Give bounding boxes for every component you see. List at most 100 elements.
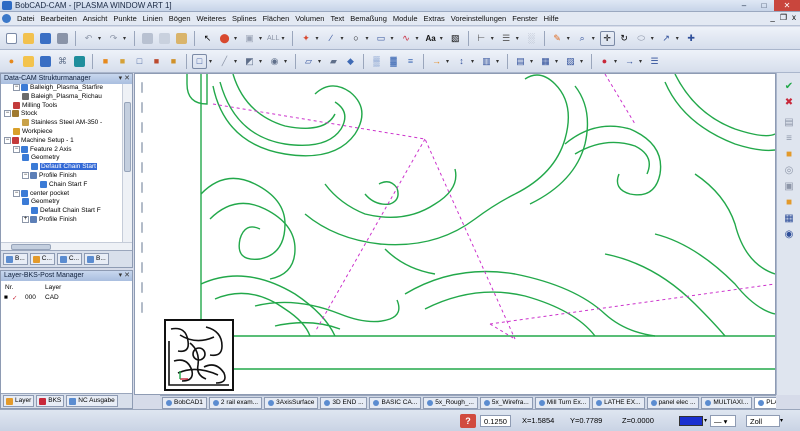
- eye-dropdown-icon[interactable]: ▾: [284, 58, 290, 65]
- snap-grid-icon[interactable]: ▓: [386, 54, 401, 69]
- tree-item[interactable]: Stainless Steel AM-350 -: [1, 119, 122, 128]
- tree-item[interactable]: − Machine Setup - 1: [1, 136, 122, 146]
- cam-tree-header-buttons[interactable]: ▾ ✕: [119, 74, 130, 84]
- menu-voreinstellungen[interactable]: Voreinstellungen: [448, 14, 509, 23]
- units-dropdown-icon[interactable]: ▾: [780, 415, 790, 427]
- filter-icon[interactable]: ▣: [242, 31, 257, 46]
- plane-icon[interactable]: ▱: [301, 54, 316, 69]
- offset-line-icon[interactable]: [141, 202, 154, 216]
- minimize-button[interactable]: –: [734, 0, 754, 11]
- help-button[interactable]: ?: [460, 414, 476, 428]
- axis-y-dropdown-icon[interactable]: ▾: [471, 58, 477, 65]
- menu-module[interactable]: Module: [390, 14, 421, 23]
- rotate-view-icon[interactable]: ↻: [617, 31, 632, 46]
- close-button[interactable]: ✕: [774, 0, 800, 11]
- expand-toolbar-icon[interactable]: ✚: [684, 31, 699, 46]
- tree-toggle-icon[interactable]: +: [22, 215, 29, 223]
- doc-tab-active[interactable]: PLASMA ...: [754, 397, 776, 409]
- vscroll-thumb[interactable]: [124, 102, 131, 172]
- cube-hidden-icon[interactable]: ■: [149, 54, 164, 69]
- select-all-dropdown-icon[interactable]: ▾: [281, 35, 287, 42]
- point-dropdown-icon[interactable]: ▾: [315, 35, 321, 42]
- array-icon[interactable]: [141, 222, 154, 236]
- layer-panel-header-buttons[interactable]: ▾ ✕: [119, 271, 130, 281]
- plane-dropdown-icon[interactable]: ▾: [318, 58, 324, 65]
- shade-dropdown-icon[interactable]: ▾: [259, 58, 265, 65]
- axis-y-icon[interactable]: ↕: [454, 54, 469, 69]
- mirror-icon[interactable]: [141, 182, 154, 196]
- pin-icon[interactable]: ◉: [783, 229, 795, 241]
- zoom-icon[interactable]: ⌕: [575, 31, 590, 46]
- menu-weiteres[interactable]: Weiteres: [193, 14, 228, 23]
- doc-tab[interactable]: BobCAD1: [162, 397, 207, 409]
- tree-item[interactable]: − Stock: [1, 110, 122, 119]
- chamfer-icon[interactable]: [141, 162, 154, 176]
- tree-item[interactable]: − Feature 2 Axis: [1, 145, 122, 155]
- filter-dropdown-icon[interactable]: ▾: [259, 35, 265, 42]
- posts-dropdown-icon[interactable]: ▾: [580, 58, 586, 65]
- menu-boegen[interactable]: Bögen: [166, 14, 194, 23]
- shade-icon[interactable]: ◩: [242, 54, 257, 69]
- doc-tab[interactable]: 5x_Wirefra...: [479, 397, 533, 409]
- doc-tab[interactable]: Mill Turn Ex...: [534, 397, 591, 409]
- undo-icon[interactable]: ↶: [81, 31, 96, 46]
- posts-icon[interactable]: ▨: [563, 54, 578, 69]
- step-value[interactable]: 0.1250: [480, 415, 511, 427]
- rect-select-icon[interactable]: [21, 54, 36, 69]
- menu-linien[interactable]: Linien: [140, 14, 166, 23]
- eye-icon[interactable]: ◉: [267, 54, 282, 69]
- open-folder-icon[interactable]: [21, 31, 36, 46]
- spline-tool-icon[interactable]: ∿: [398, 31, 413, 46]
- tab-layer[interactable]: Layer: [3, 395, 35, 407]
- doc-tab[interactable]: 3AxisSurface: [264, 397, 319, 409]
- solid-icon[interactable]: ◆: [343, 54, 358, 69]
- tree-item[interactable]: − Profile Finish: [1, 171, 122, 181]
- undo-dropdown-icon[interactable]: ▾: [98, 35, 104, 42]
- stop-dropdown-icon[interactable]: ▾: [614, 58, 620, 65]
- circle-icon[interactable]: [141, 122, 154, 136]
- menu-splines[interactable]: Splines: [229, 14, 260, 23]
- tree-toggle-icon[interactable]: −: [22, 171, 29, 179]
- layer-row[interactable]: ■ ✓ 000 CAD: [1, 294, 132, 303]
- tree-toggle-icon[interactable]: −: [4, 110, 11, 118]
- spline-dropdown-icon[interactable]: ▾: [415, 35, 421, 42]
- scale-icon[interactable]: [141, 262, 154, 276]
- mdi-close-button[interactable]: x: [792, 13, 796, 22]
- toolpath-dropdown-icon[interactable]: ▾: [530, 58, 536, 65]
- rotate-icon[interactable]: [141, 242, 154, 256]
- menu-extras[interactable]: Extras: [421, 14, 448, 23]
- tree-toggle-icon[interactable]: −: [13, 84, 20, 91]
- menu-flaechen[interactable]: Flächen: [260, 14, 293, 23]
- menu-bemassung[interactable]: Bemaßung: [347, 14, 390, 23]
- menu-text[interactable]: Text: [327, 14, 347, 23]
- offset-icon[interactable]: ☰: [499, 31, 514, 46]
- align-icon[interactable]: ≡: [403, 54, 418, 69]
- cut-icon[interactable]: [140, 31, 155, 46]
- doc-tab[interactable]: 5x_Rough_...: [423, 397, 478, 409]
- copy-icon[interactable]: [157, 31, 172, 46]
- zoom-dropdown-icon[interactable]: ▾: [592, 35, 598, 42]
- color-dropdown-icon[interactable]: ▾: [567, 35, 573, 42]
- tree-tab-2[interactable]: C...: [29, 253, 55, 265]
- menu-datei[interactable]: Datei: [14, 14, 38, 23]
- units-select[interactable]: Zoll: [746, 415, 780, 427]
- selection-dropdown-icon[interactable]: ▾: [234, 35, 240, 42]
- tree-item[interactable]: Default Chain Start: [1, 163, 122, 172]
- layer-check-icon[interactable]: ✓: [12, 294, 17, 302]
- tab-bks[interactable]: BKS: [36, 395, 65, 407]
- tree-item[interactable]: Geometry: [1, 154, 122, 163]
- line-dropdown-icon[interactable]: ▾: [340, 35, 346, 42]
- circle-dropdown-icon[interactable]: ▾: [365, 35, 371, 42]
- redo-dropdown-icon[interactable]: ▾: [123, 35, 129, 42]
- doc-tab[interactable]: 3D END ...: [320, 397, 368, 409]
- doc-tab[interactable]: MULTIAXI...: [701, 397, 753, 409]
- maximize-button[interactable]: □: [754, 0, 774, 11]
- tree-toggle-icon[interactable]: −: [13, 189, 20, 197]
- pan-icon[interactable]: ✛: [599, 30, 615, 46]
- select-arrow-icon[interactable]: ↖: [200, 31, 215, 46]
- view-shape-dropdown-icon[interactable]: ▾: [651, 35, 657, 42]
- selection-mode-icon[interactable]: ⬤: [217, 31, 232, 46]
- tree-item[interactable]: − center pocket: [1, 189, 122, 199]
- line-style-select[interactable]: — ▾: [710, 415, 736, 427]
- color-pick-icon[interactable]: ✎: [550, 31, 565, 46]
